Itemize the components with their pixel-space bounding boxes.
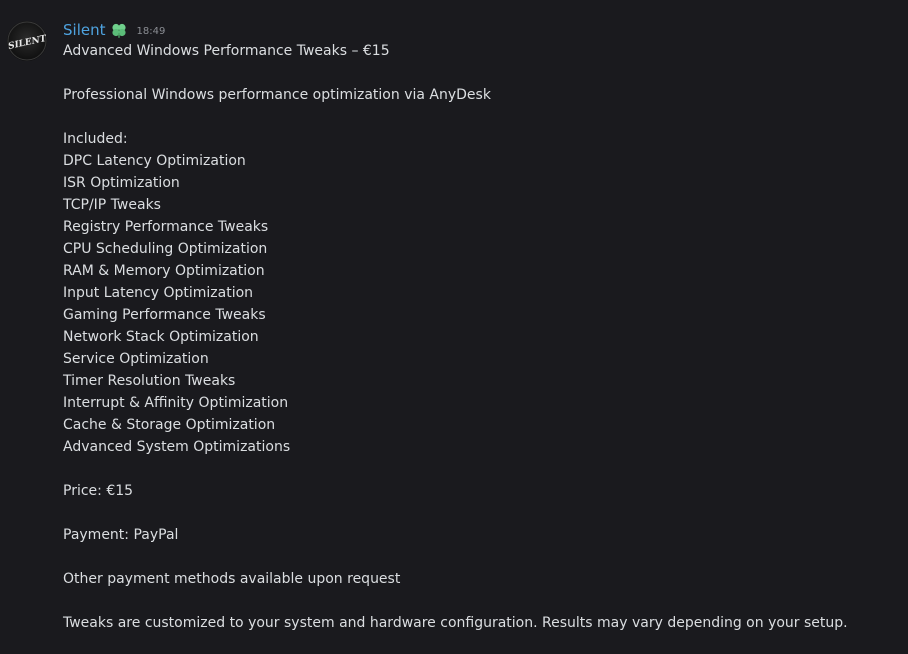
message-line: Professional Windows performance optimiz…: [63, 87, 491, 103]
message-line: Gaming Performance Tweaks: [63, 307, 266, 323]
message-line: Advanced Windows Performance Tweaks – €1…: [63, 43, 390, 59]
message-line: Service Optimization: [63, 351, 209, 367]
avatar-image: SILENT: [7, 21, 47, 61]
message-content: Advanced Windows Performance Tweaks – €1…: [63, 40, 848, 634]
message-line: Network Stack Optimization: [63, 329, 259, 345]
message-line: Other payment methods available upon req…: [63, 571, 401, 587]
message-line: Price: €15: [63, 483, 134, 499]
avatar[interactable]: SILENT: [7, 21, 47, 61]
message-line: TCP/IP Tweaks: [63, 197, 161, 213]
message-line: CPU Scheduling Optimization: [63, 241, 268, 257]
message-line: Timer Resolution Tweaks: [63, 373, 236, 389]
message-line: Included:: [63, 131, 128, 147]
message-line: Payment: PayPal: [63, 527, 179, 543]
timestamp: 18:49: [136, 25, 166, 37]
message-line: Advanced System Optimizations: [63, 439, 291, 455]
message-line: Interrupt & Affinity Optimization: [63, 395, 289, 411]
message-line: RAM & Memory Optimization: [63, 263, 265, 279]
message-line: Tweaks are customized to your system and…: [63, 615, 848, 631]
message-line: Cache & Storage Optimization: [63, 417, 276, 433]
avatar-logo-text: SILENT: [7, 34, 47, 52]
message-line: Input Latency Optimization: [63, 285, 254, 301]
message-line: DPC Latency Optimization: [63, 153, 246, 169]
message-line: ISR Optimization: [63, 175, 180, 191]
message-header: Silent 18:49: [63, 20, 165, 40]
chat-message: SILENT Silent 18:49 Advanced Windows Per…: [0, 0, 908, 654]
message-line: Registry Performance Tweaks: [63, 219, 269, 235]
username[interactable]: Silent: [63, 21, 105, 39]
clover-icon: [110, 21, 128, 39]
